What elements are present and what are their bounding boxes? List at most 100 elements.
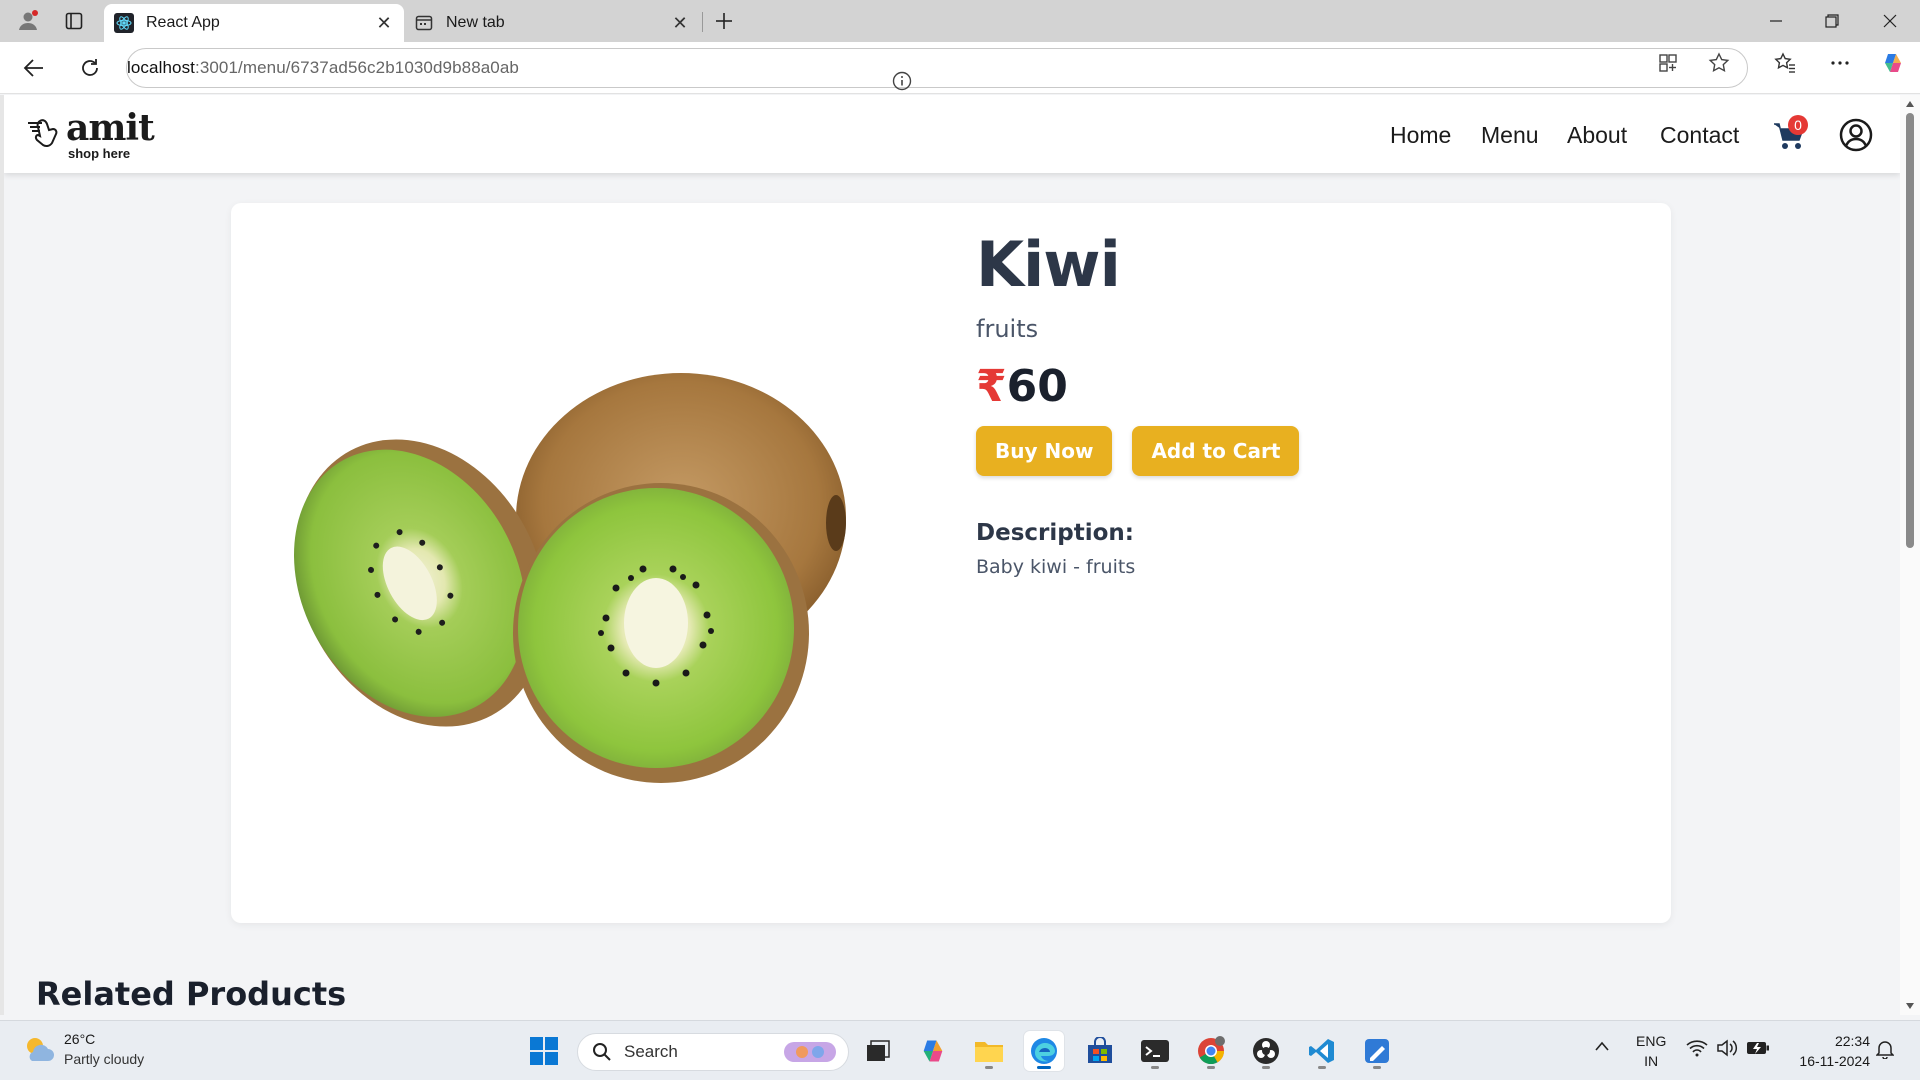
region-code: IN — [1644, 1053, 1659, 1069]
running-indicator — [985, 1066, 993, 1069]
vscode-icon — [1309, 1039, 1334, 1063]
cart-count-badge: 0 — [1788, 115, 1808, 135]
file-explorer-button[interactable] — [969, 1031, 1009, 1071]
favorites-icon[interactable] — [1773, 51, 1797, 75]
wifi-icon[interactable] — [1686, 1039, 1708, 1060]
product-price: ₹60 — [976, 361, 1299, 412]
site-header: amit shop here Home Menu About Contact 0 — [4, 95, 1900, 173]
nav-about[interactable]: About — [1567, 115, 1627, 155]
copilot-app-button[interactable] — [913, 1031, 953, 1071]
search-icon — [593, 1043, 611, 1061]
copilot-icon[interactable] — [1881, 51, 1905, 75]
tab-new-tab[interactable]: New tab ✕ — [404, 4, 700, 42]
address-toolbar: localhost:3001/menu/6737ad56c2b1030d9b88… — [0, 42, 1920, 94]
windows-logo-icon — [530, 1037, 558, 1065]
app-available-icon[interactable] — [1656, 51, 1680, 75]
close-tab-icon[interactable]: ✕ — [670, 13, 690, 33]
scroll-down-icon[interactable] — [1904, 1000, 1916, 1012]
product-card: Kiwi fruits ₹60 Buy Now Add to Cart Desc… — [231, 203, 1671, 923]
show-hidden-icons[interactable] — [1594, 1039, 1610, 1055]
edge-button[interactable] — [1024, 1031, 1064, 1071]
running-indicator — [1318, 1066, 1326, 1069]
new-tab-page-icon — [414, 13, 434, 33]
whiteboard-icon — [1365, 1039, 1389, 1063]
new-tab-plus-icon[interactable] — [710, 7, 738, 35]
task-view-button[interactable] — [858, 1031, 898, 1071]
more-options-icon[interactable] — [1828, 51, 1852, 75]
search-highlight-icon — [784, 1042, 836, 1062]
notifications-bell-icon[interactable] — [1875, 1039, 1895, 1062]
running-indicator — [1037, 1066, 1051, 1069]
language-indicator[interactable]: ENG IN — [1636, 1031, 1666, 1071]
close-window-icon[interactable] — [1868, 6, 1912, 36]
price-value: 60 — [1006, 361, 1068, 412]
running-indicator — [1207, 1066, 1215, 1069]
nav-home[interactable]: Home — [1390, 115, 1451, 155]
add-to-cart-button[interactable]: Add to Cart — [1132, 426, 1300, 476]
copilot-app-icon — [923, 1040, 943, 1062]
product-actions: Buy Now Add to Cart — [976, 426, 1300, 476]
logo-text: amit — [66, 107, 155, 149]
description-heading: Description: — [976, 520, 1134, 546]
back-icon[interactable] — [18, 52, 50, 84]
volume-icon[interactable] — [1716, 1039, 1738, 1060]
obs-icon — [1253, 1038, 1279, 1064]
system-clock[interactable]: 22:34 16-11-2024 — [1780, 1031, 1870, 1071]
running-indicator — [1262, 1066, 1270, 1069]
product-image — [294, 373, 846, 783]
restore-icon[interactable] — [1810, 6, 1854, 36]
weather-temperature: 26°C — [64, 1031, 96, 1047]
profile-icon[interactable] — [14, 7, 42, 35]
battery-icon[interactable] — [1746, 1040, 1770, 1059]
description-text: Baby kiwi - fruits — [976, 556, 1136, 578]
url-bar[interactable]: localhost:3001/menu/6737ad56c2b1030d9b88… — [126, 48, 1748, 91]
store-button[interactable] — [1080, 1031, 1120, 1071]
whiteboard-button[interactable] — [1357, 1031, 1397, 1071]
store-icon — [1088, 1037, 1112, 1063]
url-text: localhost:3001/menu/6737ad56c2b1030d9b88… — [127, 58, 519, 78]
partly-cloudy-icon — [27, 1038, 54, 1061]
terminal-icon — [1141, 1040, 1169, 1062]
chrome-icon — [1198, 1036, 1225, 1065]
windows-taskbar: 26°C Partly cloudy Search ENG IN 22:34 1… — [0, 1020, 1920, 1080]
tab-react-app[interactable]: React App ✕ — [104, 4, 404, 42]
user-account-icon[interactable] — [1838, 117, 1874, 153]
refresh-icon[interactable] — [74, 52, 106, 84]
page-viewport: amit shop here Home Menu About Contact 0 — [0, 95, 1900, 1015]
related-products-heading: Related Products — [36, 975, 347, 1013]
scroll-up-icon[interactable] — [1904, 98, 1916, 110]
tab-label: React App — [146, 14, 220, 31]
nav-menu[interactable]: Menu — [1481, 115, 1539, 155]
currency-symbol: ₹ — [976, 361, 1007, 412]
vscode-button[interactable] — [1302, 1031, 1342, 1071]
language-code: ENG — [1636, 1033, 1667, 1049]
nav-contact[interactable]: Contact — [1660, 115, 1739, 155]
running-indicator — [1373, 1066, 1381, 1069]
tab-actions-icon[interactable] — [60, 7, 88, 35]
search-label: Search — [624, 1042, 678, 1061]
tab-divider — [702, 12, 703, 32]
logo-subtext: shop here — [68, 146, 131, 161]
minimize-icon[interactable] — [1754, 6, 1798, 36]
running-indicator — [1151, 1066, 1159, 1069]
tab-label: New tab — [446, 14, 505, 31]
pointing-hand-icon — [28, 119, 58, 148]
weather-widget[interactable]: 26°C Partly cloudy — [22, 1031, 202, 1071]
taskbar-search[interactable]: Search — [577, 1033, 849, 1071]
favorite-star-icon[interactable] — [1707, 51, 1731, 75]
folder-icon — [975, 1042, 1003, 1062]
terminal-button[interactable] — [1135, 1031, 1175, 1071]
react-icon — [114, 13, 134, 33]
edge-icon — [1031, 1038, 1057, 1064]
product-category: fruits — [976, 315, 1039, 343]
scrollbar-thumb[interactable] — [1906, 113, 1914, 548]
site-info-icon[interactable] — [892, 71, 912, 91]
close-tab-icon[interactable]: ✕ — [374, 13, 394, 33]
site-logo[interactable]: amit shop here — [26, 107, 156, 163]
clock-date: 16-11-2024 — [1799, 1053, 1870, 1069]
buy-now-button[interactable]: Buy Now — [976, 426, 1113, 476]
obs-button[interactable] — [1246, 1031, 1286, 1071]
product-info: Kiwi fruits ₹60 Buy Now Add to Cart Desc… — [976, 225, 1300, 578]
start-button[interactable] — [524, 1031, 564, 1071]
chrome-button[interactable] — [1191, 1031, 1231, 1071]
